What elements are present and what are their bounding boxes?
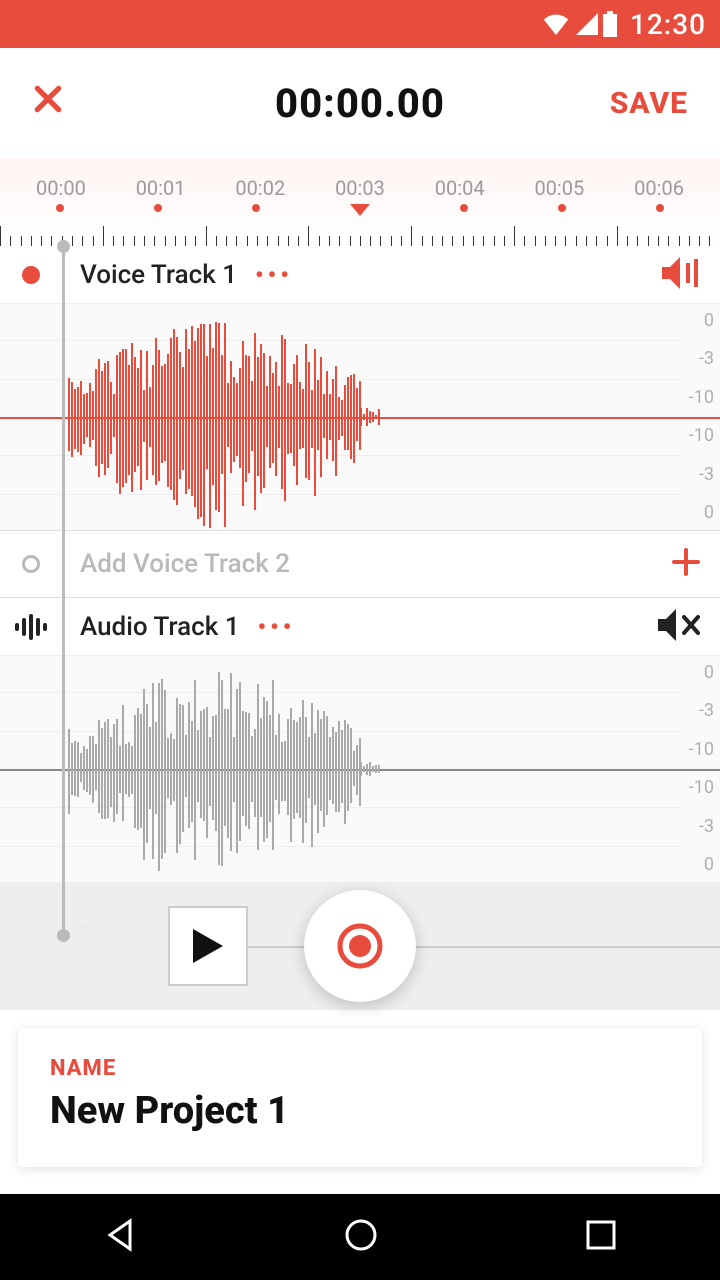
db-label: -3 xyxy=(674,350,714,368)
ruler-label: 00:01 xyxy=(136,176,186,200)
status-icons xyxy=(542,11,618,37)
ruler-dot-icon xyxy=(56,204,64,212)
recents-button[interactable] xyxy=(584,1218,618,1256)
timeline-ruler[interactable]: 00:00 00:01 00:02 00:03 00:04 00:05 00:0… xyxy=(0,158,720,246)
playhead-marker-icon xyxy=(350,204,370,216)
ruler-label: 00:03 xyxy=(335,176,385,200)
db-scale: 0 -3 -10 -10 -3 0 xyxy=(674,304,714,530)
db-label: -10 xyxy=(674,427,714,445)
audio-wave-icon xyxy=(15,614,47,640)
play-button[interactable] xyxy=(168,906,248,986)
ruler-dot-icon xyxy=(656,204,664,212)
save-button[interactable]: SAVE xyxy=(610,86,688,121)
add-voice-track-row[interactable]: Add Voice Track 2 xyxy=(0,530,720,598)
cell-signal-icon xyxy=(574,13,598,35)
wifi-icon xyxy=(542,13,570,35)
editor-header: 00:00.00 SAVE xyxy=(0,48,720,158)
transport-controls xyxy=(0,882,720,1010)
track-menu-button[interactable]: ••• xyxy=(255,261,293,289)
timer-display: 00:00.00 xyxy=(275,80,445,127)
ruler-dots xyxy=(0,200,720,216)
track-label: Audio Track 1 xyxy=(80,612,240,642)
status-bar: 12:30 xyxy=(0,0,720,48)
ruler-label: 00:00 xyxy=(36,176,86,200)
close-button[interactable] xyxy=(32,81,80,125)
record-arm-button[interactable] xyxy=(0,266,62,284)
add-track-button[interactable] xyxy=(670,541,702,588)
recents-icon xyxy=(584,1218,618,1252)
playhead-line[interactable] xyxy=(62,246,65,936)
ruler-labels: 00:00 00:01 00:02 00:03 00:04 00:05 00:0… xyxy=(0,158,720,200)
ruler-label: 00:06 xyxy=(634,176,684,200)
record-unarmed-icon xyxy=(22,555,40,573)
db-label: 0 xyxy=(674,664,714,682)
ruler-dot-icon xyxy=(252,204,260,212)
play-icon xyxy=(193,929,223,963)
back-button[interactable] xyxy=(102,1217,138,1257)
db-label: -10 xyxy=(674,779,714,797)
db-scale: 0 -3 -10 -10 -3 0 xyxy=(674,656,714,882)
ruler-label: 00:04 xyxy=(435,176,485,200)
record-button[interactable] xyxy=(304,890,416,1002)
track-label: Voice Track 1 xyxy=(80,260,237,290)
track-type-icon-cell xyxy=(0,614,62,640)
status-time: 12:30 xyxy=(630,8,706,41)
voice-track-1-header: Voice Track 1 ••• xyxy=(0,246,720,304)
waveform-canvas xyxy=(0,304,680,530)
record-armed-icon xyxy=(22,266,40,284)
ruler-dot-icon xyxy=(154,204,162,212)
home-icon xyxy=(343,1217,379,1253)
db-label: -10 xyxy=(674,389,714,407)
db-label: -3 xyxy=(674,466,714,484)
plus-icon xyxy=(670,546,702,578)
add-track-label: Add Voice Track 2 xyxy=(80,549,290,579)
project-name-card[interactable]: NAME New Project 1 xyxy=(18,1028,702,1167)
audio-track-1-header: Audio Track 1 ••• xyxy=(0,598,720,656)
back-icon xyxy=(102,1217,138,1253)
waveform-canvas xyxy=(0,656,680,882)
ruler-dot-icon xyxy=(558,204,566,212)
android-navbar xyxy=(0,1194,720,1280)
db-label: 0 xyxy=(674,504,714,522)
zigzag-line-icon xyxy=(0,926,170,928)
volume-muted-icon xyxy=(658,609,702,641)
close-icon xyxy=(32,83,64,115)
audio-track-1-waveform[interactable]: 0 -3 -10 -10 -3 0 xyxy=(0,656,720,882)
name-field-label: NAME xyxy=(50,1056,670,1081)
db-label: 0 xyxy=(674,856,714,874)
home-button[interactable] xyxy=(343,1217,379,1257)
record-arm-button[interactable] xyxy=(0,555,62,573)
project-name-value: New Project 1 xyxy=(50,1089,670,1133)
voice-track-1-waveform[interactable]: 0 -3 -10 -10 -3 0 xyxy=(0,304,720,530)
ruler-ticks xyxy=(0,224,720,246)
db-label: -3 xyxy=(674,702,714,720)
ruler-label: 00:02 xyxy=(235,176,285,200)
mute-button[interactable] xyxy=(658,609,702,645)
track-menu-button[interactable]: ••• xyxy=(258,613,296,641)
record-icon xyxy=(336,922,384,970)
battery-icon xyxy=(602,11,618,37)
ruler-label: 00:05 xyxy=(534,176,584,200)
db-label: -10 xyxy=(674,741,714,759)
db-label: 0 xyxy=(674,312,714,330)
volume-button[interactable] xyxy=(662,257,702,293)
db-label: -3 xyxy=(674,818,714,836)
volume-on-icon xyxy=(662,257,702,289)
ruler-dot-icon xyxy=(460,204,468,212)
